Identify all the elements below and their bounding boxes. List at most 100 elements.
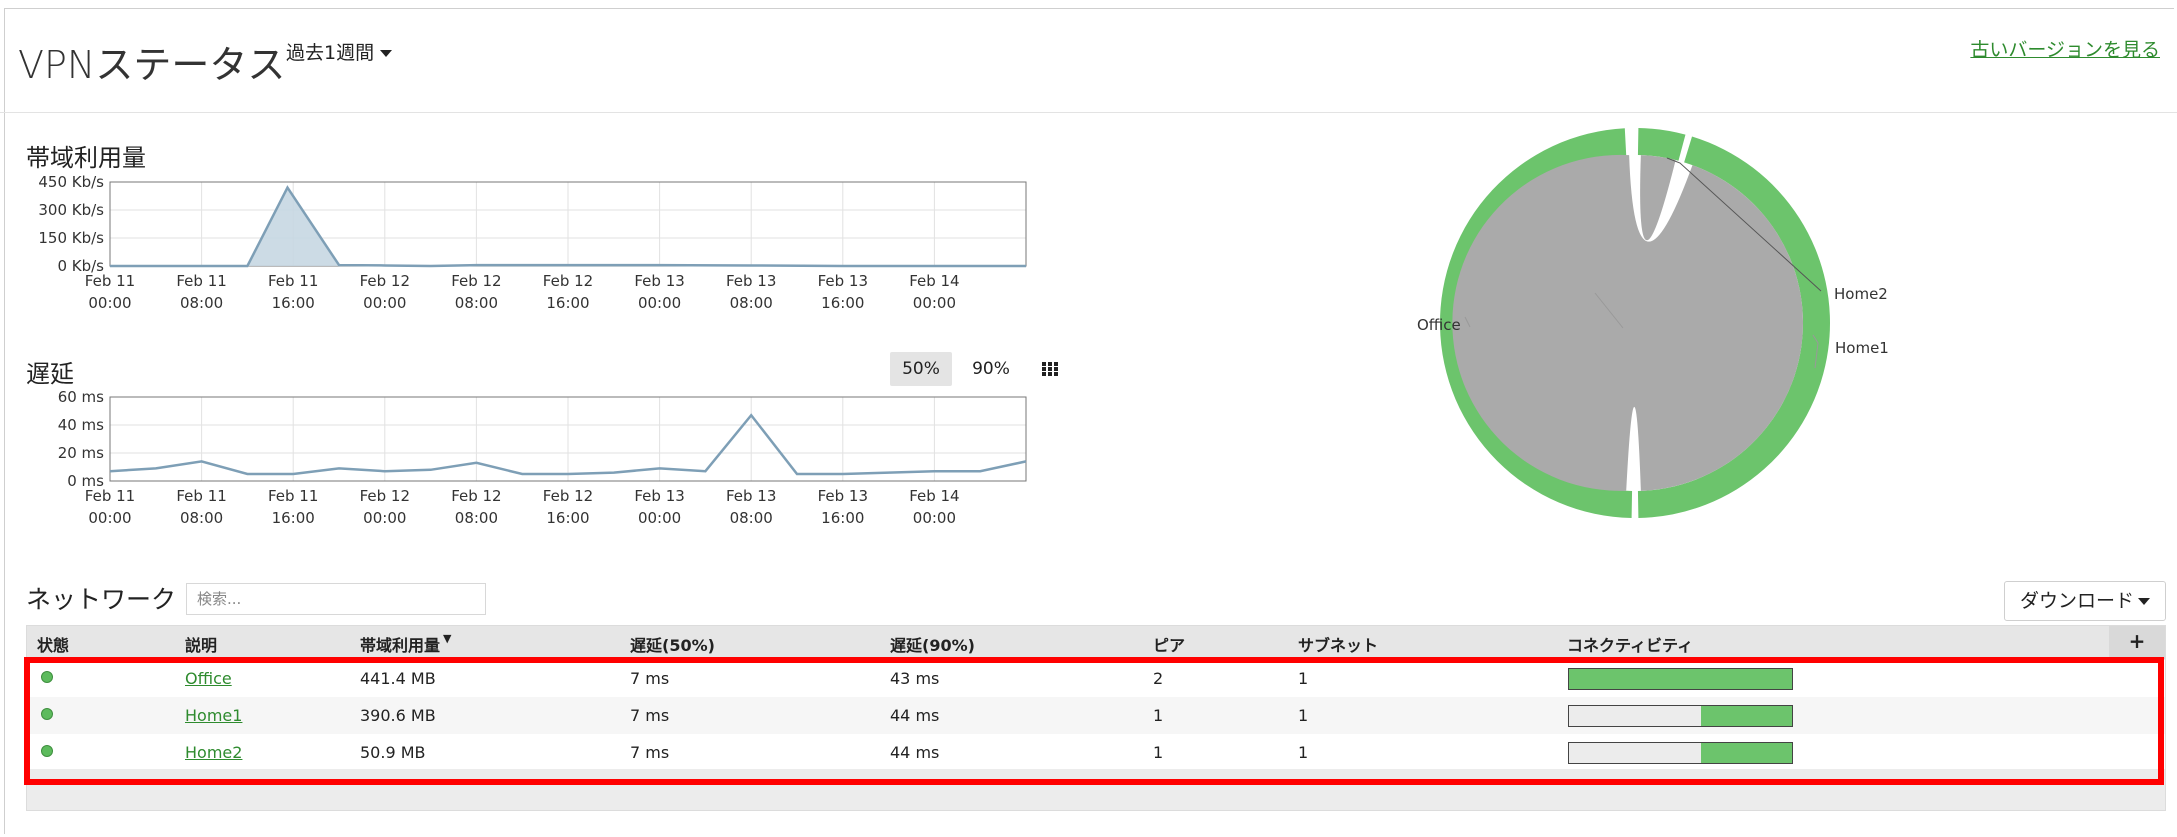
- row-latency50: 7 ms: [630, 743, 670, 762]
- x-tick-date: Feb 13: [818, 487, 868, 505]
- x-tick-date: Feb 11: [268, 487, 318, 505]
- bandwidth-chart-svg: 450 Kb/s300 Kb/s150 Kb/s0 Kb/sFeb 1100:0…: [38, 173, 1027, 312]
- latency-chart: 60 ms 40 ms 20 ms 0 ms Feb 11 00:00 Feb 11 08:0…: [0, 385, 1040, 539]
- connectivity-fill: [1700, 706, 1792, 726]
- x-tick-time: 00:00: [88, 509, 131, 527]
- y-tick-label: 300 Kb/s: [38, 201, 104, 219]
- x-tick-date: Feb 11: [85, 272, 135, 290]
- row-description-link[interactable]: Home2: [185, 743, 242, 762]
- status-dot-icon: [41, 671, 53, 683]
- period-dropdown[interactable]: 過去1週間: [286, 38, 393, 65]
- x-tick-date: Feb 14: [909, 272, 959, 290]
- row-latency50: 7 ms: [630, 706, 670, 725]
- x-tick-time: 00:00: [88, 294, 131, 312]
- bandwidth-title: 帯域利用量: [26, 144, 146, 172]
- x-tick-date: Feb 12: [543, 272, 593, 290]
- page-header: VPNステータス 過去1週間 古いバージョンを見る: [0, 0, 2177, 113]
- chord-label-home1: Home1: [1835, 339, 1889, 357]
- col-connectivity[interactable]: コネクティビティ: [1567, 632, 1693, 656]
- x-tick-date: Feb 12: [360, 487, 410, 505]
- x-tick-time: 00:00: [913, 294, 956, 312]
- caret-down-icon: [380, 50, 393, 57]
- x-tick-date: Feb 12: [543, 487, 593, 505]
- download-button[interactable]: ダウンロード: [2004, 581, 2166, 621]
- row-latency90: 44 ms: [890, 743, 940, 762]
- row-peers: 1: [1153, 706, 1164, 725]
- search-input[interactable]: [186, 583, 486, 615]
- connectivity-bar: [1568, 668, 1793, 690]
- x-tick-time: 08:00: [180, 294, 223, 312]
- grid-icon[interactable]: [1042, 362, 1060, 376]
- x-tick-time: 16:00: [821, 294, 864, 312]
- x-tick-date: Feb 11: [176, 272, 226, 290]
- x-tick-time: 16:00: [272, 294, 315, 312]
- x-tick-time: 08:00: [180, 509, 223, 527]
- chord-label-home2: Home2: [1834, 285, 1888, 303]
- col-latency50[interactable]: 遅延(50%): [630, 632, 715, 656]
- network-table: 状態 説明 帯域利用量 ▼ 遅延(50%) 遅延(90%) ピア サブネット コネ…: [26, 625, 2166, 811]
- x-tick-time: 08:00: [730, 509, 773, 527]
- y-tick-label: 60 ms: [58, 388, 104, 406]
- chord-label-office: Office: [1417, 316, 1461, 334]
- x-tick-date: Feb 13: [634, 272, 684, 290]
- period-label: 過去1週間: [286, 42, 375, 64]
- x-tick-date: Feb 13: [726, 272, 776, 290]
- row-latency90: 44 ms: [890, 706, 940, 725]
- download-label: ダウンロード: [2019, 590, 2134, 612]
- table-footer: [27, 769, 2165, 810]
- chord-ribbon-office-self: [1452, 154, 1804, 491]
- connectivity-bar: [1568, 705, 1793, 727]
- chord-diagram: Office Home2 Home1: [1360, 115, 1920, 539]
- row-latency90: 43 ms: [890, 669, 940, 688]
- row-peers: 2: [1153, 669, 1164, 688]
- x-tick-date: Feb 11: [85, 487, 135, 505]
- percentile-50-toggle[interactable]: 50%: [890, 352, 952, 386]
- table-row[interactable]: Home1 390.6 MB 7 ms 44 ms 1 1: [27, 697, 2165, 734]
- x-tick-date: Feb 13: [726, 487, 776, 505]
- x-tick-time: 08:00: [730, 294, 773, 312]
- row-bandwidth: 50.9 MB: [360, 743, 426, 762]
- chord-diagram-svg: Office Home2 Home1: [1417, 128, 1889, 518]
- col-latency90[interactable]: 遅延(90%): [890, 632, 975, 656]
- col-status[interactable]: 状態: [37, 632, 69, 656]
- row-peers: 1: [1153, 743, 1164, 762]
- row-subnet: 1: [1298, 743, 1309, 762]
- connectivity-bar: [1568, 742, 1793, 764]
- y-tick-label: 20 ms: [58, 444, 104, 462]
- x-tick-date: Feb 11: [268, 272, 318, 290]
- x-tick-time: 00:00: [638, 509, 681, 527]
- x-tick-time: 08:00: [455, 294, 498, 312]
- row-bandwidth: 390.6 MB: [360, 706, 436, 725]
- status-dot-icon: [41, 708, 53, 720]
- row-latency50: 7 ms: [630, 669, 670, 688]
- x-tick-date: Feb 12: [360, 272, 410, 290]
- x-tick-time: 00:00: [363, 294, 406, 312]
- x-tick-time: 16:00: [272, 509, 315, 527]
- col-bandwidth[interactable]: 帯域利用量 ▼: [360, 632, 451, 656]
- bandwidth-chart: 450 Kb/s 300 Kb/s 150 Kb/s 0 Kb/s Feb 11 00:0…: [0, 170, 1040, 324]
- x-tick-date: Feb 13: [634, 487, 684, 505]
- col-peers[interactable]: ピア: [1153, 632, 1185, 656]
- x-tick-date: Feb 13: [818, 272, 868, 290]
- x-tick-time: 00:00: [638, 294, 681, 312]
- row-bandwidth: 441.4 MB: [360, 669, 436, 688]
- old-version-link[interactable]: 古いバージョンを見る: [1970, 35, 2160, 62]
- table-row[interactable]: Office 441.4 MB 7 ms 43 ms 2 1: [27, 660, 2165, 697]
- status-dot-icon: [41, 745, 53, 757]
- network-title: ネットワーク: [26, 585, 177, 614]
- col-subnet[interactable]: サブネット: [1298, 632, 1378, 656]
- row-subnet: 1: [1298, 669, 1309, 688]
- percentile-90-toggle[interactable]: 90%: [960, 352, 1022, 386]
- add-column-button[interactable]: +: [2109, 626, 2165, 658]
- connectivity-fill: [1700, 743, 1792, 763]
- col-bandwidth-label: 帯域利用量: [360, 636, 441, 655]
- x-tick-time: 16:00: [546, 294, 589, 312]
- col-description[interactable]: 説明: [185, 632, 217, 656]
- sort-desc-icon: ▼: [443, 632, 452, 645]
- table-row[interactable]: Home2 50.9 MB 7 ms 44 ms 1 1: [27, 734, 2165, 771]
- row-description-link[interactable]: Home1: [185, 706, 242, 725]
- latency-chart-svg: 60 ms40 ms20 ms0 msFeb 1100:00Feb 1108:0…: [58, 388, 1027, 527]
- row-description-link[interactable]: Office: [185, 669, 232, 688]
- page-title: VPNステータス: [18, 43, 286, 87]
- x-tick-date: Feb 14: [909, 487, 959, 505]
